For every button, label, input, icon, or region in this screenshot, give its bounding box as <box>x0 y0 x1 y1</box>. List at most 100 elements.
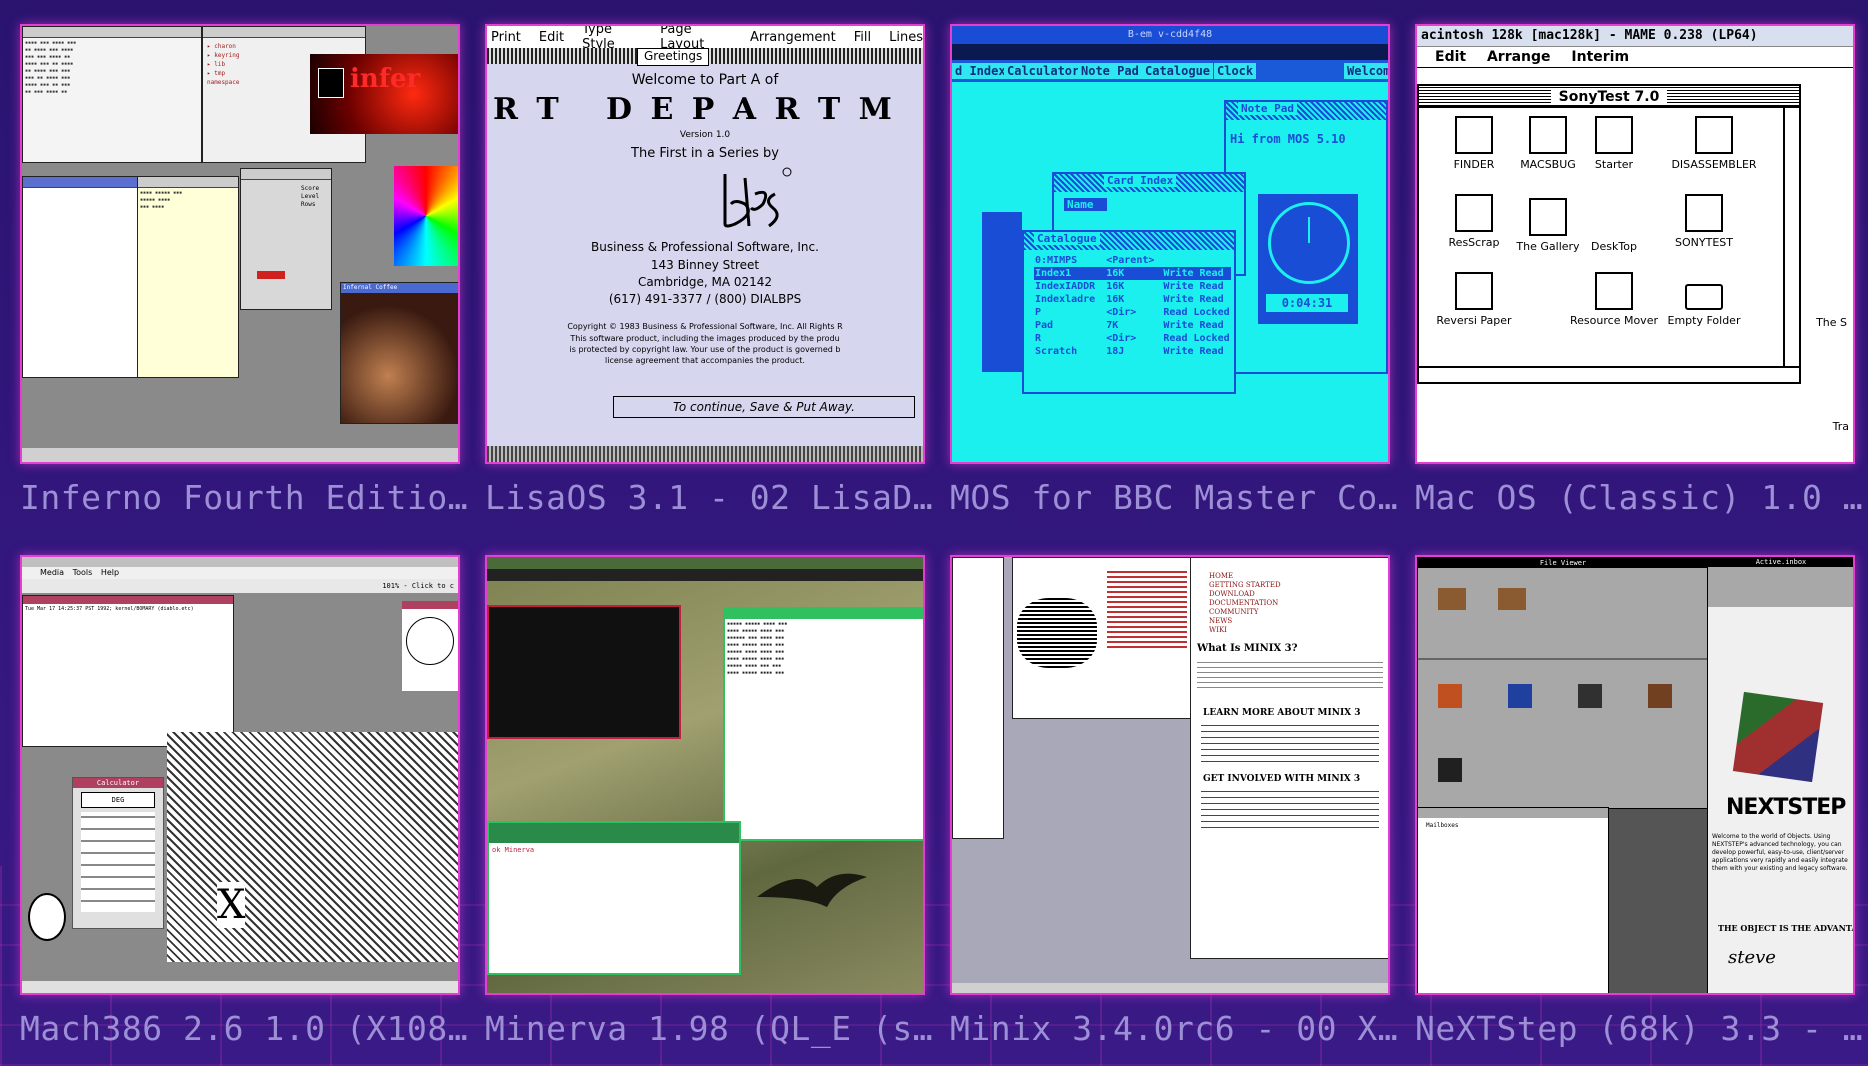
mos-catalogue-window[interactable]: Catalogue 0:MIMPS <Parent> Index1 16K Write… <box>1022 230 1236 394</box>
mach-calc-keypad[interactable] <box>81 812 155 912</box>
mach-toolbar[interactable]: 101% - Click to c <box>22 579 458 593</box>
table-row[interactable]: 0:MIMPS <Parent> <box>1034 254 1231 267</box>
mac-menu-arrange[interactable]: Arrange <box>1487 49 1551 65</box>
minix-nav-wiki[interactable]: WIKI <box>1209 626 1385 635</box>
minix-nav-download[interactable]: DOWNLOAD <box>1209 590 1385 599</box>
trash-icon[interactable]: Tra <box>1833 420 1849 433</box>
tile-caption[interactable]: LisaOS 3.1 - 02 LisaD… <box>485 478 933 517</box>
tile-caption[interactable]: Minix 3.4.0rc6 - 00 X… <box>950 1009 1398 1048</box>
tile-inferno[interactable]: ▪▪▪▪ ▪▪▪ ▪▪▪▪ ▪▪▪ ▪▪ ▪▪▪▪ ▪▪▪ ▪▪▪▪ ▪▪▪ ▪▪▪… <box>20 24 468 517</box>
minix-nav-getting-started[interactable]: GETTING STARTED <box>1209 581 1385 590</box>
mos-button-calculator[interactable]: Calculator <box>1004 63 1083 79</box>
mos-button-card-index[interactable]: d Index <box>952 63 1009 79</box>
mac-menu-interim[interactable]: Interim <box>1571 49 1629 65</box>
tile-nextstep[interactable]: File Viewer Active.inbox NEXTSTEP Welcom… <box>1415 555 1863 1048</box>
tile-mach386[interactable]: Media Tools Help 101% - Click to c Tue M… <box>20 555 468 1048</box>
table-row[interactable]: IndexIADDR 16K Write Read <box>1034 280 1231 293</box>
lisa-menubar[interactable]: Print Edit Type Style Page Layout Arrang… <box>487 26 923 52</box>
lisa-menu-arrangement[interactable]: Arrangement <box>750 30 836 45</box>
mos-button-clock[interactable]: Clock <box>1214 63 1257 79</box>
mach-menubar[interactable]: Media Tools Help <box>22 567 458 579</box>
minerva-command-window[interactable]: ok Minerva <box>487 821 741 975</box>
mos-button-catalogue[interactable]: Catalogue <box>1142 63 1214 79</box>
minix-browser-window[interactable]: HOME GETTING STARTED DOWNLOAD DOCUMENTAT… <box>1190 557 1388 959</box>
tile-caption[interactable]: Mac OS (Classic) 1.0 … <box>1415 478 1863 517</box>
tile-caption[interactable]: Mach386 2.6 1.0 (X108… <box>20 1009 468 1048</box>
terminal-icon[interactable] <box>1438 758 1462 782</box>
librarian-icon[interactable] <box>1648 684 1672 708</box>
mac-horizontal-scrollbar[interactable] <box>1419 366 1799 382</box>
tile-caption[interactable]: NeXTStep (68k) 3.3 - … <box>1415 1009 1863 1048</box>
inferno-taskbar[interactable] <box>22 448 458 462</box>
fax-reader-icon[interactable] <box>1508 684 1532 708</box>
mac-menubar[interactable]: Edit Arrange Interim <box>1417 47 1853 68</box>
next-file-viewer-window[interactable]: File Viewer <box>1417 557 1709 809</box>
screenshot-minerva[interactable]: ▪▪▪▪▪ ▪▪▪▪▪ ▪▪▪▪ ▪▪▪ ▪▪▪▪ ▪▪▪▪▪ ▪▪▪▪ ▪▪▪ ▪… <box>485 555 925 995</box>
mach-calculator-window[interactable]: Calculator DEG <box>72 777 164 929</box>
mac-icon-sonytest[interactable]: SONYTEST <box>1659 194 1749 249</box>
mach-xterm-window[interactable]: Tue Mar 17 14:25:37 PST 1992; kernel/BOM… <box>22 595 234 747</box>
mach-menu-tools[interactable]: Tools <box>73 568 93 577</box>
table-row[interactable]: Indexladre 16K Write Read <box>1034 293 1231 306</box>
screenshot-nextstep[interactable]: File Viewer Active.inbox NEXTSTEP Welcom… <box>1415 555 1855 995</box>
mac-sonytest-window[interactable]: SonyTest 7.0 FINDER MACSBUG Starter DISA… <box>1417 84 1801 384</box>
tile-caption[interactable]: Minerva 1.98 (QL_E (s… <box>485 1009 933 1048</box>
tile-caption[interactable]: MOS for BBC Master Co… <box>950 478 1398 517</box>
screenshot-inferno[interactable]: ▪▪▪▪ ▪▪▪ ▪▪▪▪ ▪▪▪ ▪▪ ▪▪▪▪ ▪▪▪ ▪▪▪▪ ▪▪▪ ▪▪▪… <box>20 24 460 464</box>
tile-macos[interactable]: acintosh 128k [mac128k] - MAME 0.238 (LP… <box>1415 24 1863 517</box>
mach-calc-title: Calculator <box>73 778 163 788</box>
table-row[interactable]: Index1 16K Write Read <box>1034 267 1231 280</box>
mac-menu-edit[interactable]: Edit <box>1435 49 1466 65</box>
table-row[interactable]: Pad 7K Write Read <box>1034 319 1231 332</box>
minix-taskbar[interactable] <box>952 983 1388 993</box>
tile-minix[interactable]: HOME GETTING STARTED DOWNLOAD DOCUMENTAT… <box>950 555 1398 1048</box>
lisa-menu-print[interactable]: Print <box>491 30 521 45</box>
mac-icon-starter[interactable]: Starter <box>1569 116 1659 171</box>
mac-vertical-scrollbar[interactable] <box>1783 108 1799 368</box>
tile-mos[interactable]: B-em v-cdd4f48 d Index Calculator Note P… <box>950 24 1398 517</box>
mos-button-note-pad[interactable]: Note Pad <box>1078 63 1142 79</box>
minerva-files-window[interactable]: ▪▪▪▪▪ ▪▪▪▪▪ ▪▪▪▪ ▪▪▪ ▪▪▪▪ ▪▪▪▪▪ ▪▪▪▪ ▪▪▪ ▪… <box>723 607 923 841</box>
minix-xterm-window[interactable] <box>1012 557 1194 719</box>
table-row[interactable]: P <Dir> Read Locked <box>1034 306 1231 319</box>
mac-icon-disassembler[interactable]: DISASSEMBLER <box>1649 116 1779 171</box>
tile-caption[interactable]: Inferno Fourth Editio… <box>20 478 468 517</box>
folder-icon[interactable] <box>1438 588 1466 610</box>
lisa-street: 143 Binney Street <box>650 258 760 272</box>
tile-lisaos[interactable]: Print Edit Type Style Page Layout Arrang… <box>485 24 933 517</box>
lisa-continue-box[interactable]: To continue, Save & Put Away. <box>613 396 915 418</box>
lisa-menu-lines[interactable]: Lines <box>889 30 923 45</box>
mach-menu-media[interactable]: Media <box>40 568 64 577</box>
mac-icon-resource-mover[interactable]: Resource Mover <box>1559 272 1669 327</box>
screenshot-mos[interactable]: B-em v-cdd4f48 d Index Calculator Note P… <box>950 24 1390 464</box>
mac-icon-desktop[interactable]: DeskTop <box>1569 198 1659 253</box>
minix-nav-community[interactable]: COMMUNITY <box>1209 608 1385 617</box>
lisa-title-bar[interactable]: Greetings <box>487 48 923 66</box>
screenshot-lisaos[interactable]: Print Edit Type Style Page Layout Arrang… <box>485 24 925 464</box>
folder-icon[interactable] <box>1498 588 1526 610</box>
next-active-inbox-window[interactable]: Active.inbox NEXTSTEP Welcome to the wor… <box>1707 557 1853 993</box>
screenshot-minix[interactable]: HOME GETTING STARTED DOWNLOAD DOCUMENTAT… <box>950 555 1390 995</box>
lisa-menu-fill[interactable]: Fill <box>854 30 871 45</box>
mac-icon-empty-folder[interactable]: Empty Folder <box>1659 272 1749 327</box>
minix-nav-documentation[interactable]: DOCUMENTATION <box>1209 599 1385 608</box>
minerva-top-bar[interactable] <box>487 557 923 569</box>
table-row[interactable]: R <Dir> Read Locked <box>1034 332 1231 345</box>
minix-nav-home[interactable]: HOME <box>1209 572 1385 581</box>
tile-minerva[interactable]: ▪▪▪▪▪ ▪▪▪▪▪ ▪▪▪▪ ▪▪▪ ▪▪▪▪ ▪▪▪▪▪ ▪▪▪▪ ▪▪▪ ▪… <box>485 555 933 1048</box>
mach-taskbar[interactable] <box>22 981 458 993</box>
minerva-black-window[interactable] <box>487 605 681 739</box>
screenshot-macos[interactable]: acintosh 128k [mac128k] - MAME 0.238 (LP… <box>1415 24 1855 464</box>
grab-app-icon[interactable] <box>1578 684 1602 708</box>
mac-icon-reversi[interactable]: Reversi Paper <box>1429 272 1519 327</box>
minix-nav-news[interactable]: NEWS <box>1209 617 1385 626</box>
table-row[interactable]: Scratch 18J Write Read <box>1034 345 1231 358</box>
screenshot-mach386[interactable]: Media Tools Help 101% - Click to c Tue M… <box>20 555 460 995</box>
minerva-term-text: ok Minerva <box>492 846 535 854</box>
mos-button-welcome[interactable]: Welcome <box>1344 63 1388 79</box>
lisa-menu-edit[interactable]: Edit <box>539 30 564 45</box>
mach-menu-help[interactable]: Help <box>101 568 119 577</box>
next-mailbox-window[interactable]: Mailboxes <box>1417 807 1609 993</box>
edit-app-icon[interactable] <box>1438 684 1462 708</box>
lisa-bottom-scrollbar[interactable] <box>487 446 923 462</box>
